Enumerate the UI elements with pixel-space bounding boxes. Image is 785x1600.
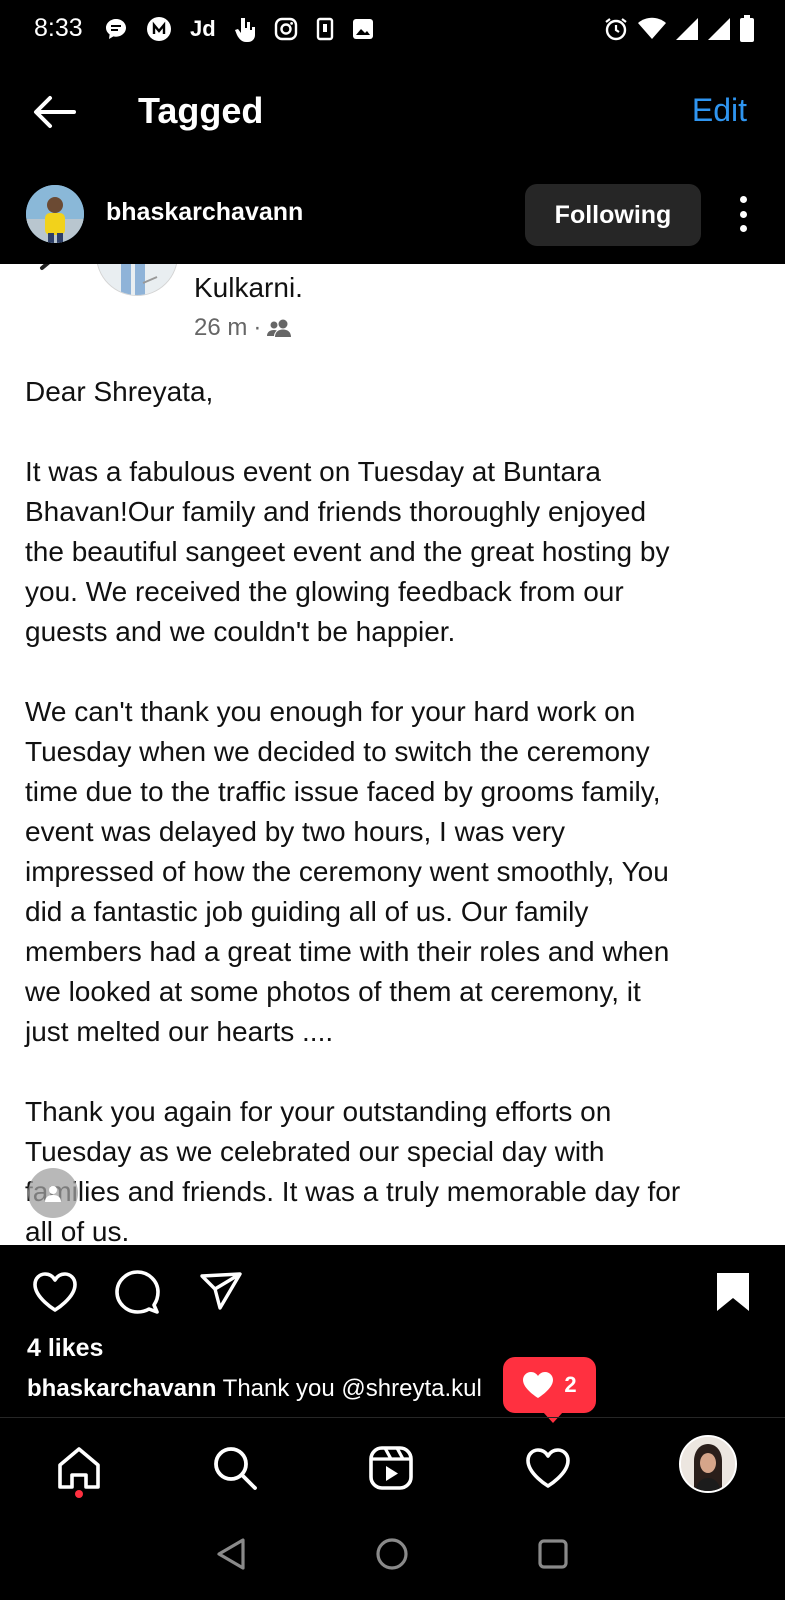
triangle-back-icon [217,1538,245,1570]
battery-icon [739,15,755,43]
bottom-nav [0,1418,785,1518]
active-indicator [75,1490,83,1498]
message-body: Dear Shreyata, It was a fabulous event o… [25,372,765,1245]
top-bar: Tagged Edit [0,70,785,154]
post-actions [0,1245,785,1325]
system-home-button[interactable] [372,1534,412,1574]
screen: 8:33 Jd Tagged Edit bhaskarchavann Follo… [0,0,785,1600]
image-icon [352,18,374,40]
post-time: 26 m [194,314,248,341]
more-options-icon[interactable] [731,192,755,236]
following-button[interactable]: Following [525,184,701,246]
activity-notification-bubble[interactable]: 2 [503,1357,596,1423]
sim-icon [316,17,334,41]
friends-icon [267,319,292,337]
message-paragraph: Dear Shreyata, [25,376,214,407]
page-title: Tagged [138,90,264,131]
message-paragraph: It was a fabulous event on Tuesday at Bu… [25,456,670,647]
sender-avatar [96,264,178,296]
chat-bubble-icon [104,17,128,41]
signal-icon [675,17,699,41]
username[interactable]: bhaskarchavann [106,198,303,227]
caption-username[interactable]: bhaskarchavann [27,1375,216,1402]
notification-icons: Jd [104,14,374,44]
tagged-people-icon[interactable] [28,1168,78,1218]
reels-icon [369,1446,413,1490]
send-icon [200,1272,242,1310]
heart-icon [33,1272,77,1312]
back-arrow-icon [34,96,76,128]
notification-count: 2 [564,1372,577,1397]
back-arrow-icon [40,264,50,270]
post-meta: 26 m · [194,314,293,342]
message-paragraph: Thank you again for your outstanding eff… [25,1096,681,1245]
caption: bhaskarchavann Thank you @shreyta.kul [27,1375,507,1403]
jd-icon: Jd [190,16,216,41]
caption-text: Thank you @shreyta.kul [222,1375,482,1402]
comment-button[interactable] [112,1267,162,1317]
post-image[interactable]: Kulkarni. 26 m · Dear Shreyata, It was a… [0,264,785,1245]
like-button[interactable] [30,1267,80,1317]
likes-count[interactable]: 4 likes [27,1334,103,1363]
sender-name: Kulkarni. [194,272,303,303]
message-paragraph: We can't thank you enough for your hard … [25,696,670,1047]
wifi-icon [637,17,667,41]
home-icon [58,1447,100,1489]
status-time: 8:33 [34,14,83,42]
system-navigation-bar [0,1518,785,1600]
heart-icon [523,1372,554,1398]
nav-activity[interactable] [520,1440,576,1496]
profile-avatar[interactable] [679,1435,737,1493]
status-bar: 8:33 Jd [0,0,785,60]
system-back-button[interactable] [212,1534,252,1574]
hand-icon [234,16,256,42]
bookmark-icon [717,1273,749,1311]
back-button[interactable] [30,90,78,134]
system-icons [603,14,755,44]
nav-reels[interactable] [363,1440,419,1496]
save-button[interactable] [708,1267,758,1317]
share-button[interactable] [196,1267,246,1317]
meta-separator: · [253,314,262,341]
system-recents-button[interactable] [533,1534,573,1574]
wallet-icon [146,16,172,42]
instagram-icon [274,17,298,41]
avatar[interactable] [26,185,84,243]
comment-icon [115,1270,160,1314]
signal-icon [707,17,731,41]
post-header: bhaskarchavann Following [0,176,785,258]
square-recents-icon [538,1539,568,1569]
heart-icon [526,1448,570,1488]
search-icon [214,1447,257,1490]
edit-button[interactable]: Edit [692,92,747,129]
nav-search[interactable] [207,1440,263,1496]
circle-home-icon [376,1538,408,1570]
nav-home[interactable] [51,1440,107,1496]
alarm-icon [603,16,629,42]
